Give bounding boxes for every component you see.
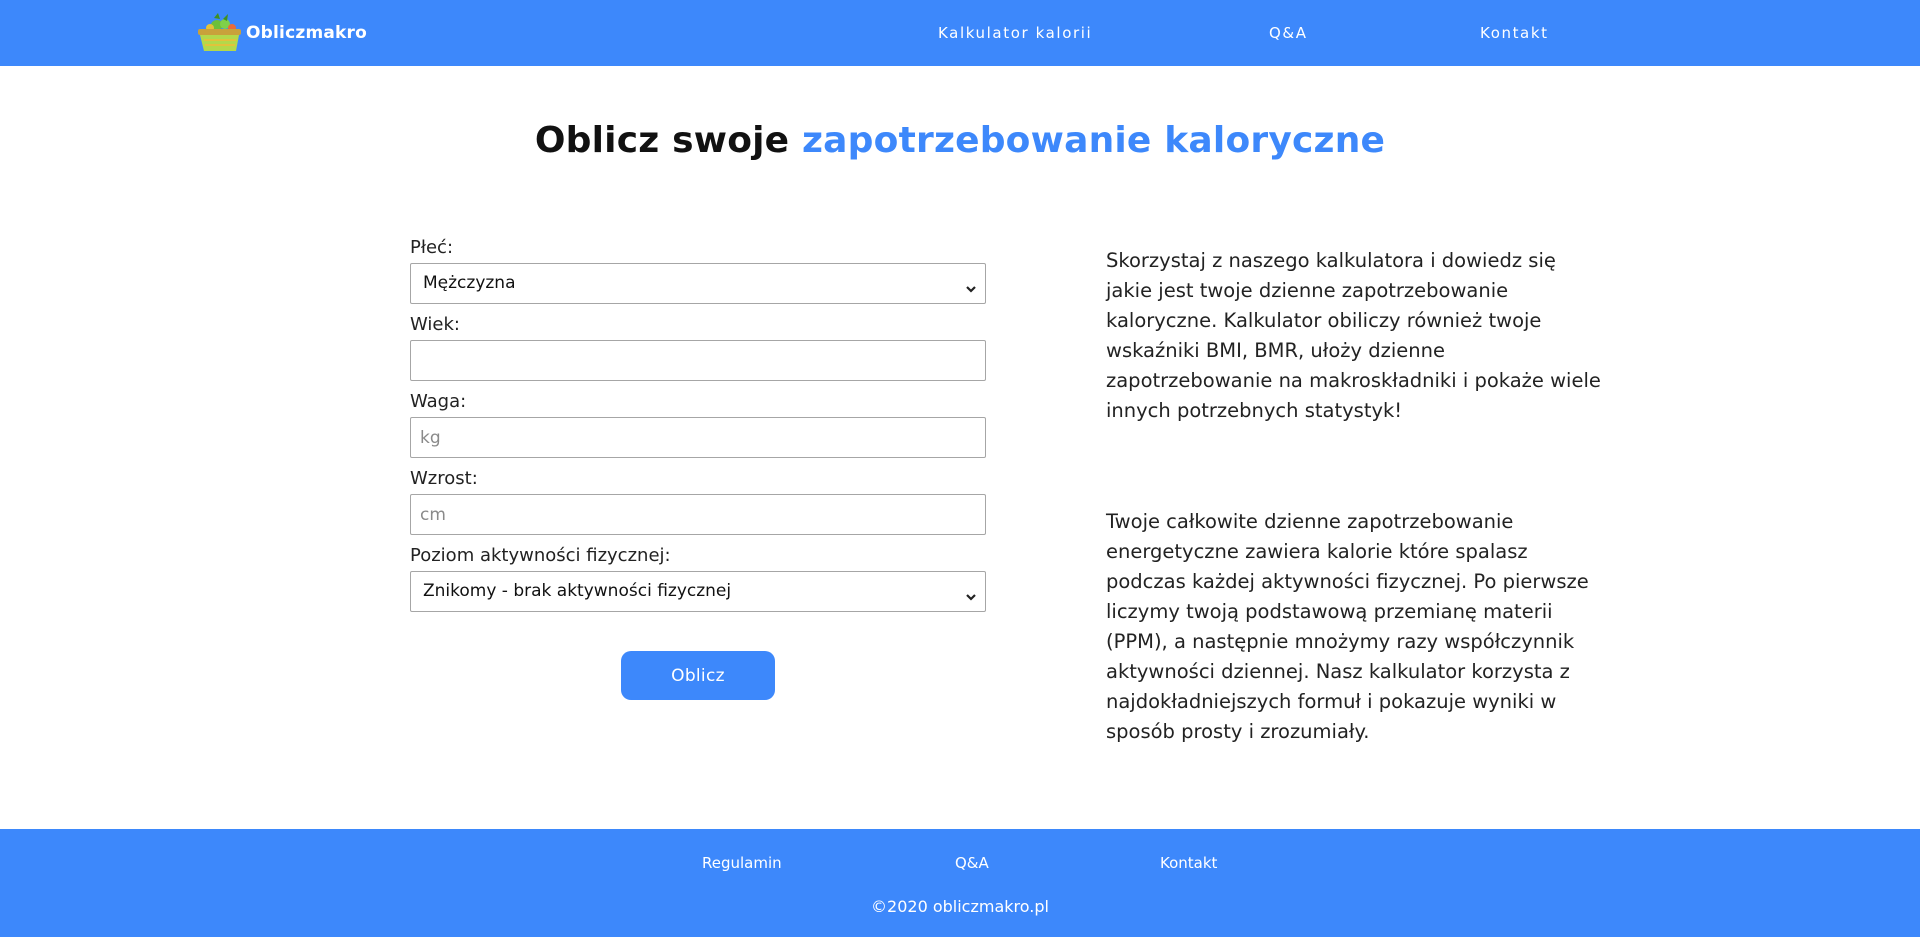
footer: Regulamin Q&A Kontakt ©2020 obliczmakro.… (0, 829, 1920, 937)
height-input[interactable] (410, 494, 986, 535)
nav-contact[interactable]: Kontakt (1480, 23, 1549, 43)
brand-home-link[interactable]: Obliczmakro (194, 10, 367, 56)
chevron-down-icon (964, 274, 978, 293)
calculate-button[interactable]: Oblicz (621, 651, 775, 700)
footer-terms-link[interactable]: Regulamin (702, 853, 782, 873)
chevron-down-icon (964, 582, 978, 601)
age-label: Wiek: (410, 314, 460, 335)
title-prefix: Oblicz swoje (534, 120, 803, 161)
calorie-form: Płeć: Mężczyzna Wiek: Waga: Wzrost: Pozi… (410, 236, 986, 621)
intro-description: Skorzystaj z naszego kalkulatora i dowie… (1106, 249, 1601, 422)
activity-select-value: Znikomy - brak aktywności fizycznej (423, 581, 732, 601)
gender-select[interactable]: Mężczyzna (410, 263, 986, 304)
weight-label: Waga: (410, 391, 467, 412)
weight-input[interactable] (410, 417, 986, 458)
brand-name: Obliczmakro (246, 23, 368, 43)
activity-select[interactable]: Znikomy - brak aktywności fizycznej (410, 571, 986, 612)
height-label: Wzrost: (410, 468, 478, 489)
gender-select-value: Mężczyzna (423, 273, 516, 293)
top-navbar: Obliczmakro Kalkulator kalorii Q&A Konta… (0, 0, 1920, 66)
page-title: Oblicz swoje zapotrzebowanie kaloryczne (0, 118, 1920, 164)
nav-qa[interactable]: Q&A (1269, 23, 1308, 43)
title-accent: zapotrzebowanie kaloryczne (802, 120, 1386, 161)
vegetable-basket-icon (194, 10, 246, 56)
nav-calorie-calculator[interactable]: Kalkulator kalorii (938, 23, 1092, 43)
copyright-text: ©2020 obliczmakro.pl (871, 897, 1049, 916)
energy-description: Twoje całkowite dzienne zapotrzebowanie … (1106, 510, 1589, 743)
age-input[interactable] (410, 340, 986, 381)
activity-label: Poziom aktywności fizycznej: (410, 545, 671, 566)
gender-label: Płeć: (410, 237, 454, 258)
footer-qa-link[interactable]: Q&A (955, 853, 989, 873)
footer-contact-link[interactable]: Kontakt (1160, 853, 1217, 873)
